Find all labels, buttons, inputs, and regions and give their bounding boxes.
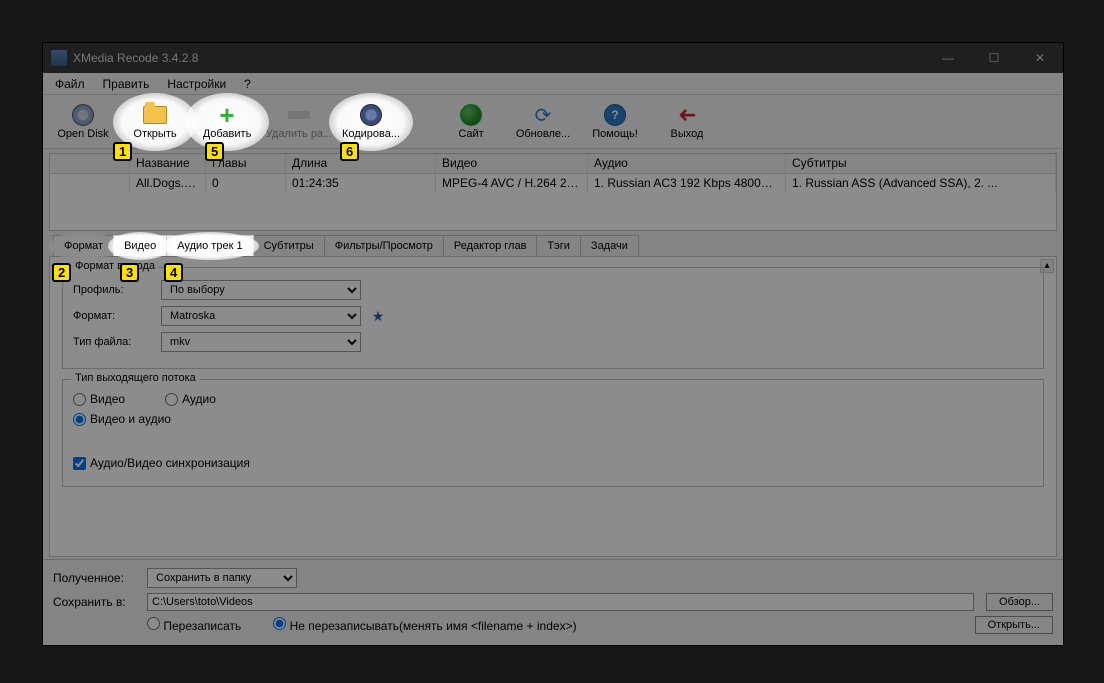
- tab-5[interactable]: Редактор глав: [443, 235, 538, 256]
- profile-label: Профиль:: [73, 284, 153, 296]
- toolbar-encode[interactable]: Кодирова...: [335, 97, 407, 147]
- toolbar: Open Disk Открыть + Добавить Удалить ра.…: [43, 95, 1063, 149]
- open-button[interactable]: Открыть...: [975, 616, 1053, 634]
- plus-icon: +: [215, 103, 239, 127]
- radio-audio[interactable]: Аудио: [165, 392, 216, 406]
- sync-label: Аудио/Видео синхронизация: [90, 456, 250, 470]
- save-path-input[interactable]: [147, 593, 974, 611]
- badge-3: 3: [120, 263, 139, 282]
- grid-header: НазваниеГлавыДлинаВидеоАудиоСубтитры: [50, 154, 1056, 174]
- tab-3[interactable]: Субтитры: [253, 235, 325, 256]
- badge-6: 6: [340, 142, 359, 161]
- refresh-icon: ⟳: [531, 103, 555, 127]
- app-icon: [51, 50, 67, 66]
- saveto-label: Сохранить в:: [53, 595, 135, 609]
- tab-2[interactable]: Аудио трек 1: [166, 235, 253, 256]
- menu-settings[interactable]: Настройки: [159, 75, 234, 93]
- window-title: XMedia Recode 3.4.2.8: [73, 51, 925, 65]
- tab-0[interactable]: Формат: [53, 235, 114, 256]
- toolbar-label: Open Disk: [57, 129, 108, 140]
- toolbar-label: Удалить ра...: [266, 129, 332, 140]
- favorite-icon[interactable]: ★: [369, 307, 387, 325]
- badge-5: 5: [205, 142, 224, 161]
- cell: MPEG-4 AVC / H.264 23.9...: [436, 174, 588, 192]
- toolbar-label: Выход: [671, 129, 704, 140]
- cell: 0: [206, 174, 286, 192]
- disk-icon: [71, 103, 95, 127]
- output-format-group: Формат вывода Профиль: По выбору Формат:…: [62, 267, 1044, 369]
- format-panel: ▴ Формат вывода Профиль: По выбору Форма…: [49, 256, 1057, 557]
- toolbar-help[interactable]: ? Помощь!: [579, 97, 651, 147]
- tab-strip: ФорматВидеоАудио трек 1СубтитрыФильтры/П…: [53, 232, 1063, 256]
- exit-icon: ➜: [675, 103, 699, 127]
- folder-icon: [143, 103, 167, 127]
- toolbar-label: Обновле...: [516, 129, 570, 140]
- badge-1: 1: [113, 142, 132, 161]
- minus-icon: [287, 103, 311, 127]
- stream-type-group: Тип выходящего потока Видео Аудио Видео …: [62, 379, 1044, 487]
- close-button[interactable]: ✕: [1017, 43, 1063, 73]
- titlebar: XMedia Recode 3.4.2.8 — ☐ ✕: [43, 43, 1063, 73]
- filetype-label: Тип файла:: [73, 336, 153, 348]
- cell: [50, 174, 130, 192]
- menu-edit[interactable]: Править: [95, 75, 158, 93]
- col-header[interactable]: Субтитры: [786, 154, 1056, 173]
- col-header[interactable]: Аудио: [588, 154, 786, 173]
- tab-6[interactable]: Тэги: [536, 235, 581, 256]
- minimize-button[interactable]: —: [925, 43, 971, 73]
- toolbar-label: Кодирова...: [342, 129, 400, 140]
- output-pane: Полученное: Сохранить в папку Сохранить …: [43, 559, 1063, 645]
- menubar: Файл Править Настройки ?: [43, 73, 1063, 95]
- help-icon: ?: [603, 103, 627, 127]
- tab-4[interactable]: Фильтры/Просмотр: [324, 235, 444, 256]
- toolbar-label: Добавить: [203, 129, 252, 140]
- sync-checkbox[interactable]: [73, 457, 86, 470]
- received-select[interactable]: Сохранить в папку: [147, 568, 297, 588]
- radio-nooverwrite[interactable]: Не перезаписывать(менять имя <filename +…: [273, 617, 576, 633]
- tab-7[interactable]: Задачи: [580, 235, 639, 256]
- badge-2: 2: [52, 263, 71, 282]
- filetype-select[interactable]: mkv: [161, 332, 361, 352]
- toolbar-open[interactable]: Открыть: [119, 97, 191, 147]
- format-label: Формат:: [73, 310, 153, 322]
- radio-both[interactable]: Видео и аудио: [73, 412, 171, 426]
- badge-4: 4: [164, 263, 183, 282]
- stream-legend: Тип выходящего потока: [71, 372, 200, 384]
- profile-select[interactable]: По выбору: [161, 280, 361, 300]
- toolbar-site[interactable]: Сайт: [435, 97, 507, 147]
- toolbar-exit[interactable]: ➜ Выход: [651, 97, 723, 147]
- toolbar-add[interactable]: + Добавить: [191, 97, 263, 147]
- received-label: Полученное:: [53, 571, 135, 585]
- radio-video[interactable]: Видео: [73, 392, 125, 406]
- col-header[interactable]: Длина: [286, 154, 436, 173]
- cell: 1. Russian ASS (Advanced SSA), 2. ...: [786, 174, 1056, 192]
- col-header[interactable]: Название: [130, 154, 206, 173]
- cell: All.Dogs.Go...: [130, 174, 206, 192]
- toolbar-open-disk[interactable]: Open Disk: [47, 97, 119, 147]
- app-window: XMedia Recode 3.4.2.8 — ☐ ✕ Файл Править…: [42, 42, 1064, 646]
- toolbar-update[interactable]: ⟳ Обновле...: [507, 97, 579, 147]
- gear-icon: [359, 103, 383, 127]
- grid-row[interactable]: All.Dogs.Go...001:24:35MPEG-4 AVC / H.26…: [50, 174, 1056, 192]
- maximize-button[interactable]: ☐: [971, 43, 1017, 73]
- tab-1[interactable]: Видео: [113, 235, 167, 256]
- toolbar-label: Сайт: [458, 129, 483, 140]
- file-grid: НазваниеГлавыДлинаВидеоАудиоСубтитры All…: [49, 153, 1057, 231]
- globe-icon: [459, 103, 483, 127]
- menu-file[interactable]: Файл: [47, 75, 93, 93]
- col-header[interactable]: Видео: [436, 154, 588, 173]
- output-legend: Формат вывода: [71, 260, 159, 272]
- toolbar-remove: Удалить ра...: [263, 97, 335, 147]
- toolbar-label: Помощь!: [592, 129, 638, 140]
- radio-overwrite[interactable]: Перезаписать: [147, 617, 241, 633]
- cell: 1. Russian AC3 192 Kbps 48000 Hz ...: [588, 174, 786, 192]
- menu-help[interactable]: ?: [236, 75, 259, 93]
- toolbar-label: Открыть: [133, 129, 176, 140]
- format-select[interactable]: Matroska: [161, 306, 361, 326]
- cell: 01:24:35: [286, 174, 436, 192]
- browse-button[interactable]: Обзор...: [986, 593, 1053, 611]
